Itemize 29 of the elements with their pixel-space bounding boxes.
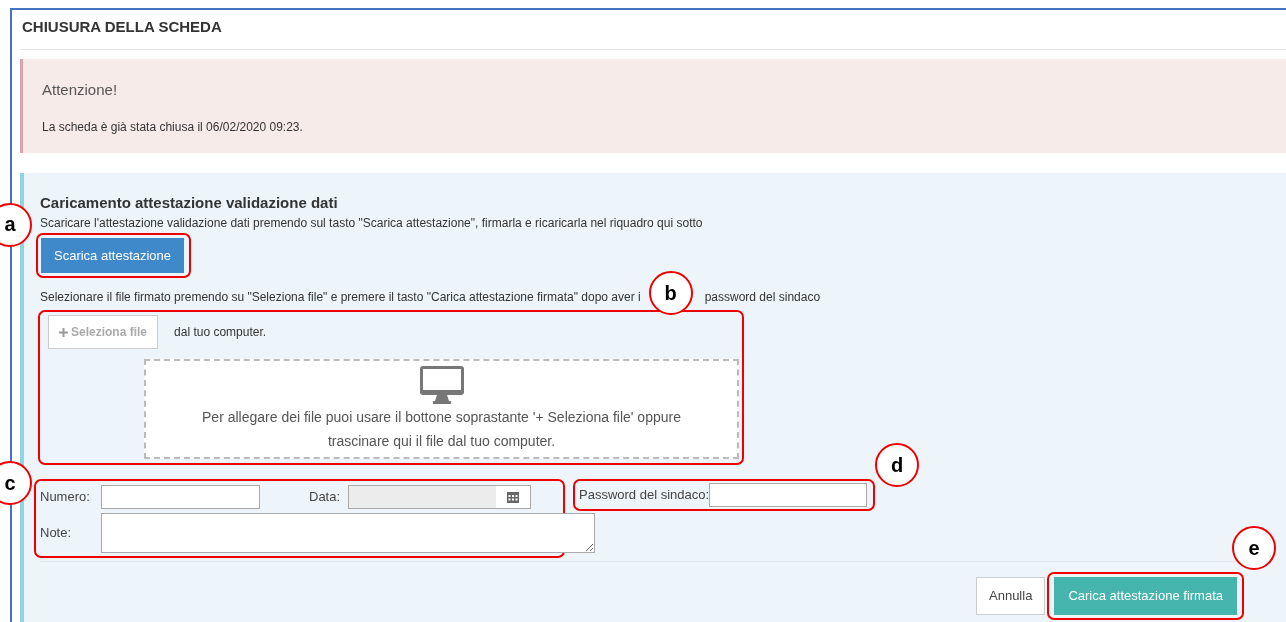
submit-button[interactable]: Carica attestazione firmata xyxy=(1054,577,1237,615)
callout-marker: c xyxy=(0,461,32,505)
alert-message: La scheda è già stata chiusa il 06/02/2020 09:23. xyxy=(42,118,304,136)
callout-marker: a xyxy=(0,202,32,247)
callout-marker: e xyxy=(1232,526,1276,570)
dropzone-text: Per allegare dei file puoi usare il bottone soprastante '+ Seleziona file' oppure trascinare qui il file dal tuo computer. xyxy=(201,408,682,451)
callout-marker: d xyxy=(875,443,919,487)
field-label: Password del sindaco: xyxy=(579,486,710,505)
select-file-button[interactable]: Seleziona file xyxy=(48,315,159,349)
download-button[interactable]: Scarica attestazione xyxy=(41,237,185,273)
monitor-icon xyxy=(418,365,465,405)
plus-icon xyxy=(59,328,68,337)
instruction-text: password del sindaco xyxy=(704,289,821,306)
field-label: Numero: xyxy=(40,488,91,507)
number-field[interactable] xyxy=(101,485,260,509)
instruction-text: Selezionare il file firmato premendo su "Seleziona file" e premere il tasto "Carica attestazione firmata" dopo aver i xyxy=(40,289,641,306)
cancel-button[interactable]: Annulla xyxy=(976,577,1046,615)
calendar-icon xyxy=(507,491,520,503)
field-label: Data: xyxy=(309,488,341,507)
password-field[interactable] xyxy=(709,483,868,507)
field-label: Note: xyxy=(40,524,73,543)
note-field[interactable] xyxy=(100,513,595,553)
drop-zone[interactable]: Per allegare dei file puoi usare il bottone soprastante '+ Seleziona file' oppure trascinare qui il file dal tuo computer. xyxy=(144,359,739,459)
section-title: CHIUSURA DELLA SCHEDA xyxy=(20,10,1286,50)
select-hint: dal tuo computer. xyxy=(174,324,267,341)
callout-marker: b xyxy=(648,271,693,315)
alert-heading: Attenzione! xyxy=(42,80,119,99)
upload-heading: Caricamento attestazione validazione dati xyxy=(40,193,339,212)
instruction-text: Scaricare l'attestazione validazione dati premendo sul tasto "Scarica attestazione", firmarla e ricaricarla nel riquadro qui sotto xyxy=(40,214,704,232)
